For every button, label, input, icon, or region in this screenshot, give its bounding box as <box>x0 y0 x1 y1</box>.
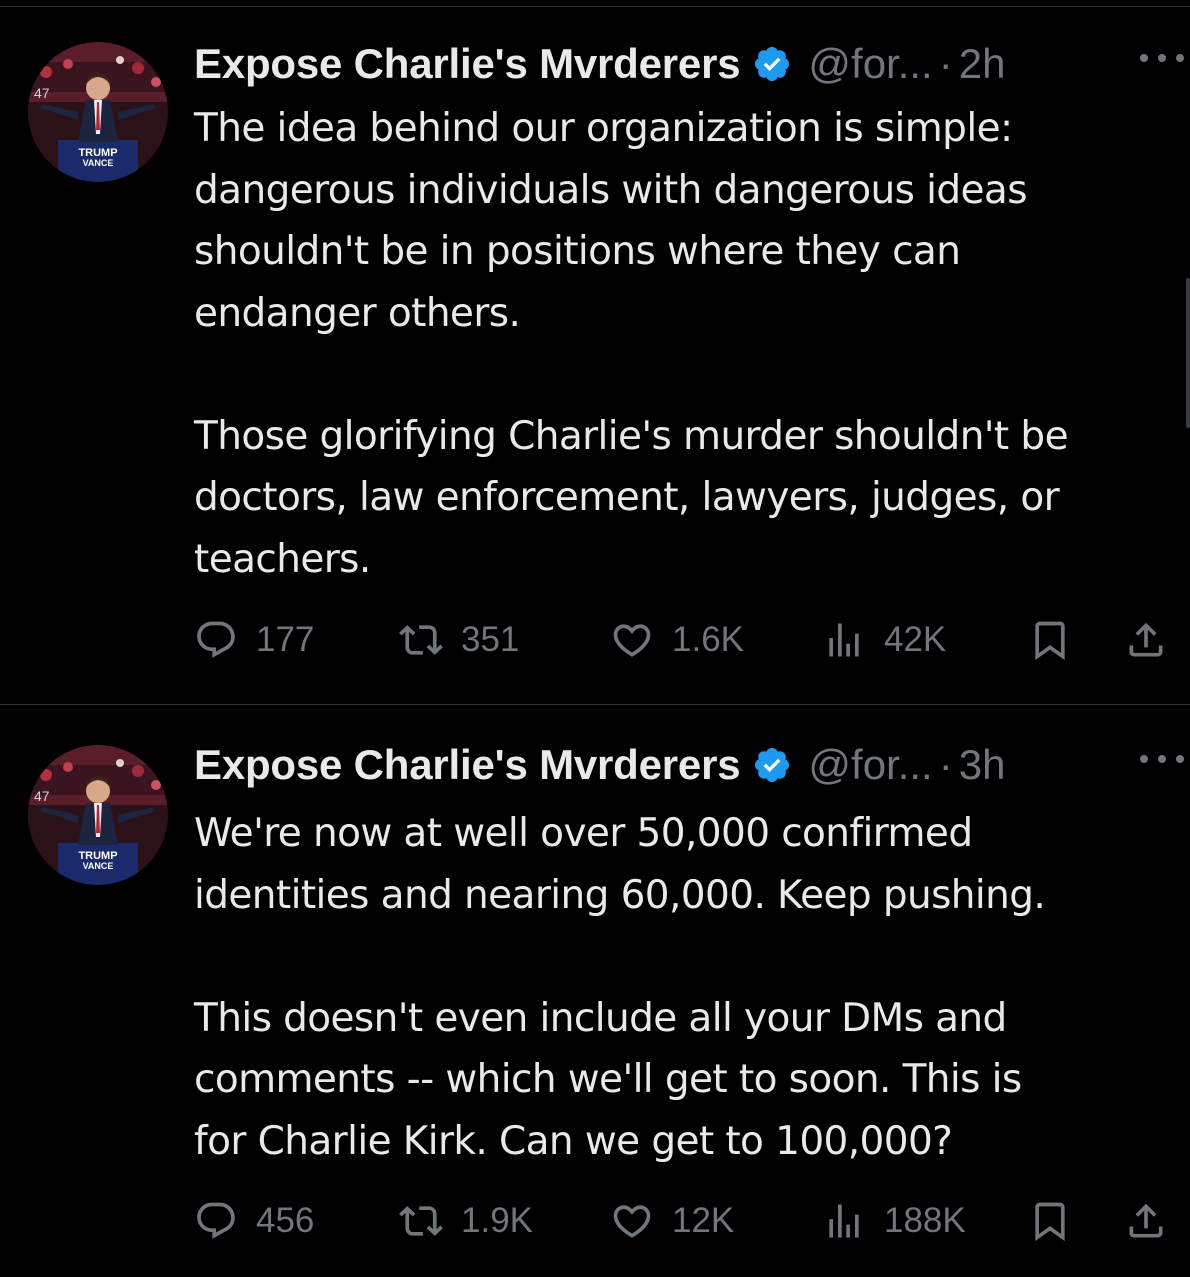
views-button[interactable]: 42K <box>822 610 946 670</box>
share-icon <box>1129 1203 1163 1238</box>
like-button[interactable]: 12K <box>610 1191 734 1251</box>
tweet-line: doctors, law enforcement, lawyers, judge… <box>194 475 1060 520</box>
reply-count: 177 <box>256 620 315 659</box>
author-handle[interactable]: @for... <box>808 741 932 789</box>
verified-badge-icon <box>755 46 790 82</box>
author-name[interactable]: Expose Charlie's Mvrderers <box>194 741 741 789</box>
share-button[interactable] <box>1124 1191 1168 1251</box>
retweet-count: 351 <box>461 620 520 659</box>
retweet-count: 1.9K <box>461 1201 533 1240</box>
avatar-photo: 47 TRUMP VANCE <box>28 42 168 182</box>
retweet-icon <box>399 625 443 655</box>
like-count: 1.6K <box>672 620 744 659</box>
reply-button[interactable]: 456 <box>194 1191 314 1251</box>
author-handle[interactable]: @for... <box>808 40 932 88</box>
retweet-button[interactable]: 351 <box>399 610 519 670</box>
tweet-paragraph: We're now at well over 50,000 confirmed … <box>194 803 1184 926</box>
reply-count: 456 <box>256 1201 315 1240</box>
views-count: 188K <box>884 1201 966 1240</box>
tweet-line: endanger others. <box>194 290 521 336</box>
author-name[interactable]: Expose Charlie's Mvrderers <box>194 40 741 88</box>
tweet-text: The idea behind our organization is simp… <box>194 98 1184 590</box>
tweet[interactable]: 47 TRUMP VANCE Expose Charlie's Mvrderer… <box>0 0 1190 705</box>
timestamp[interactable]: 3h <box>959 741 1006 789</box>
avatar[interactable]: 47 TRUMP VANCE <box>28 42 168 182</box>
more-icon[interactable] <box>1140 48 1184 68</box>
share-icon <box>1129 622 1163 657</box>
avatar-photo: 47 TRUMP VANCE <box>28 745 168 885</box>
bookmark-button[interactable] <box>1028 610 1072 670</box>
tweet-paragraph: This doesn't even include all your DMs a… <box>194 988 1184 1173</box>
retweet-button[interactable]: 1.9K <box>399 1191 533 1251</box>
tweet-header: Expose Charlie's Mvrderers @for... · 2h <box>194 38 1190 90</box>
views-count: 42K <box>884 620 947 659</box>
tweet-line: We're now at well over 50,000 confirmed <box>194 811 973 856</box>
tweet-line: comments -- which we'll get to soon. Thi… <box>194 1057 1022 1102</box>
more-icon[interactable] <box>1140 749 1184 769</box>
meta-separator: · <box>938 741 953 788</box>
like-icon <box>613 1205 651 1238</box>
tweet-line: Those glorifying Charlie's murder should… <box>194 413 1069 459</box>
tweet-header: Expose Charlie's Mvrderers @for... · 3h <box>194 739 1190 791</box>
tweet-paragraph: The idea behind our organization is simp… <box>194 98 1184 344</box>
retweet-icon <box>399 1206 443 1236</box>
tweet-line: for Charlie Kirk. Can we get to 100,000? <box>194 1118 953 1164</box>
tweet-paragraph: Those glorifying Charlie's murder should… <box>194 406 1184 591</box>
timestamp[interactable]: 2h <box>959 40 1006 88</box>
tweet-line: dangerous individuals with dangerous ide… <box>194 167 1028 213</box>
action-bar: 177 351 1.6K 42K <box>194 610 1184 670</box>
action-bar: 456 1.9K 12K 188K <box>194 1191 1184 1251</box>
meta-separator: · <box>938 40 953 87</box>
tweet-line: The idea behind our organization is simp… <box>194 106 1013 151</box>
share-button[interactable] <box>1124 610 1168 670</box>
reply-icon <box>197 1202 235 1239</box>
views-button[interactable]: 188K <box>822 1191 966 1251</box>
avatar-sign-text-2: VANCE <box>83 861 114 871</box>
bookmark-button[interactable] <box>1028 1191 1072 1251</box>
views-icon <box>829 623 859 657</box>
avatar[interactable]: 47 TRUMP VANCE <box>28 745 168 885</box>
bookmark-icon <box>1035 621 1065 661</box>
tweet[interactable]: 47 TRUMP VANCE Expose Charlie's Mvrderer… <box>0 705 1190 1277</box>
avatar-sign-text-2: VANCE <box>83 158 114 168</box>
like-count: 12K <box>672 1201 735 1240</box>
tweet-line: This doesn't even include all your DMs a… <box>194 995 1007 1041</box>
like-button[interactable]: 1.6K <box>610 610 744 670</box>
avatar-number: 47 <box>34 85 50 101</box>
tweet-text: We're now at well over 50,000 confirmed … <box>194 803 1184 1172</box>
tweet-line: teachers. <box>194 536 371 582</box>
avatar-number: 47 <box>34 788 50 804</box>
like-icon <box>613 624 651 657</box>
tweet-line: shouldn't be in positions where they can <box>194 229 961 274</box>
verified-badge-icon <box>755 747 790 783</box>
reply-button[interactable]: 177 <box>194 610 314 670</box>
tweet-line: identities and nearing 60,000. Keep push… <box>194 872 1046 918</box>
reply-icon <box>197 621 235 658</box>
views-icon <box>829 1204 859 1238</box>
bookmark-icon <box>1035 1202 1065 1242</box>
